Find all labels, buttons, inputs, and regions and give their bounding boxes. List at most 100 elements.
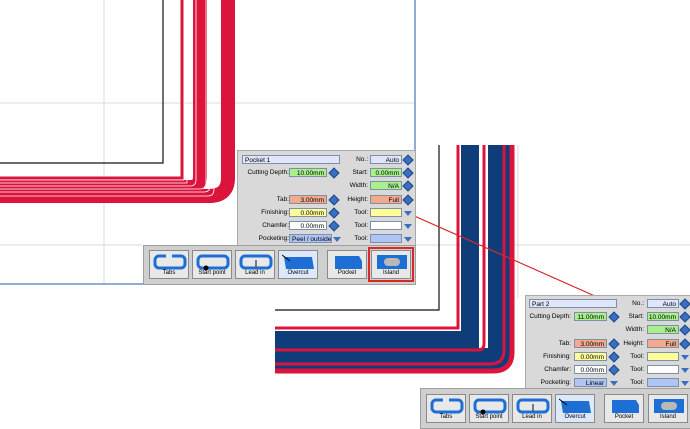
chamfer-spinner-icon-2[interactable] [608,364,620,376]
finishing-field[interactable]: 0.00mm [289,208,327,217]
width-label: Width: [349,182,368,189]
tab-label-2: Tab: [558,340,571,347]
tool-label-3: Tool: [354,235,368,242]
start-spinner-icon[interactable] [402,167,414,179]
toolbar-2: Tabs Start point Lead in Overcut Pocket … [420,388,690,429]
tool-dropdown-icon-3[interactable] [404,237,412,242]
no-field[interactable]: Auto [370,155,402,164]
tab-label: Tab: [276,196,289,203]
start-field[interactable]: 0.00mm [370,168,402,177]
pocketing-dropdown-icon[interactable] [333,237,341,242]
no-spinner-icon[interactable] [402,154,414,166]
part-outline-black [0,0,164,164]
toolbar-1: Tabs Start point Lead in Overcut Pocket … [143,245,416,285]
island-button-label: Island [382,270,399,276]
chamfer-label-2: Chamfer: [544,366,571,373]
width-spinner-icon[interactable] [402,180,414,192]
tabs-button-2[interactable]: Tabs [426,394,466,423]
width-field-2[interactable]: N/A [647,325,679,334]
island-button-label-2: Island [659,414,676,420]
lead-in-button[interactable]: Lead in [235,250,275,279]
start-point-button[interactable]: Start point [192,250,232,279]
overcut-button[interactable]: Overcut [278,250,318,279]
height-spinner-icon-2[interactable] [679,338,690,350]
tool-field-2-3[interactable] [647,378,679,387]
tool-label-2-1: Tool: [630,353,644,360]
start-label-2: Start: [628,313,644,320]
pocket-button[interactable]: Pocket [327,250,367,279]
tabs-button-label: Tabs [162,270,176,276]
tool-dropdown-icon-1[interactable] [404,211,412,216]
cutting-depth-spinner-icon[interactable] [328,167,340,179]
finishing-spinner-icon[interactable] [328,207,340,219]
overcut-button-label: Overcut [287,270,309,276]
height-label-2: Height: [623,340,644,347]
height-spinner-icon[interactable] [402,194,414,206]
start-field-2[interactable]: 10.00mm [647,312,679,321]
tool-dropdown-icon-2-2[interactable] [681,368,689,373]
start-point-button-label-2: Start point [475,414,503,420]
cutting-depth-label-2: Cutting Depth: [529,313,571,320]
tab-field-2[interactable]: 3.00mm [574,339,607,348]
no-field-2[interactable]: Auto [647,299,679,308]
tool-field-2-2[interactable] [647,365,679,374]
no-label-2: No.: [632,300,644,307]
cutting-depth-field[interactable]: 10.00mm [289,168,327,177]
chamfer-field[interactable]: 0.00mm [289,221,327,230]
no-label: No.: [356,156,368,163]
width-label-2: Width: [625,326,644,333]
tool-label-2-2: Tool: [630,366,644,373]
chamfer-field-2[interactable]: 0.00mm [574,365,607,374]
tool-label-2-3: Tool: [630,379,644,386]
finishing-label: Finishing: [261,209,289,216]
chamfer-spinner-icon[interactable] [328,220,340,232]
tabs-button[interactable]: Tabs [149,250,189,279]
pocket-button-label: Pocket [337,270,357,276]
part-name-field[interactable]: Pocket 1 [242,155,340,164]
start-point-button-2[interactable]: Start point [469,394,509,423]
chamfer-label: Chamfer: [262,222,289,229]
properties-panel-1: Pocket 1 Cutting Depth: 10.00mm Tab: 3.0… [237,150,416,248]
tool-field-1[interactable] [370,208,402,217]
tool-field-2[interactable] [370,221,402,230]
tab-spinner-icon-2[interactable] [608,338,620,350]
lead-in-button-label-2: Lead in [522,414,542,420]
pocketing-select-2[interactable]: Linear [574,378,607,387]
island-button-2[interactable]: Island [648,394,688,423]
pocketing-label: Pocketing: [258,235,289,242]
height-field-2[interactable]: Full [647,339,679,348]
tool-label-2: Tool: [354,222,368,229]
part-name-field-2[interactable]: Part 2 [529,299,617,308]
tool-label-1: Tool: [354,209,368,216]
pocketing-select[interactable]: Peel / outside [289,234,332,243]
tool-field-2-1[interactable] [647,352,679,361]
tool-field-3[interactable] [370,234,402,243]
cutting-depth-label: Cutting Depth: [247,169,289,176]
island-button[interactable]: Island [368,247,414,282]
no-spinner-icon-2[interactable] [679,298,690,310]
pocketing-label-2: Pocketing: [540,379,571,386]
finishing-spinner-icon-2[interactable] [608,351,620,363]
red-part-contour [0,0,235,203]
width-field[interactable]: N/A [370,181,402,190]
tool-dropdown-icon-2[interactable] [404,224,412,229]
tab-spinner-icon[interactable] [328,194,340,206]
lead-in-button-2[interactable]: Lead in [512,394,552,423]
pocketing-dropdown-icon-2[interactable] [610,381,618,386]
width-spinner-icon-2[interactable] [679,324,690,336]
overcut-button-2[interactable]: Overcut [555,394,595,423]
start-point-button-label: Start point [198,270,226,276]
height-field[interactable]: Full [370,195,402,204]
cutting-depth-spinner-icon-2[interactable] [608,311,620,323]
start-label: Start: [352,169,368,176]
pocket-button-2[interactable]: Pocket [604,394,644,423]
start-spinner-icon-2[interactable] [679,311,690,323]
tool-dropdown-icon-2-1[interactable] [681,355,689,360]
tab-field[interactable]: 3.00mm [289,195,327,204]
finishing-field-2[interactable]: 0.00mm [574,352,607,361]
overcut-button-label-2: Overcut [564,414,586,420]
height-label: Height: [347,196,368,203]
lead-in-button-label: Lead in [245,270,265,276]
cutting-depth-field-2[interactable]: 11.00mm [574,312,607,321]
tool-dropdown-icon-2-3[interactable] [681,381,689,386]
